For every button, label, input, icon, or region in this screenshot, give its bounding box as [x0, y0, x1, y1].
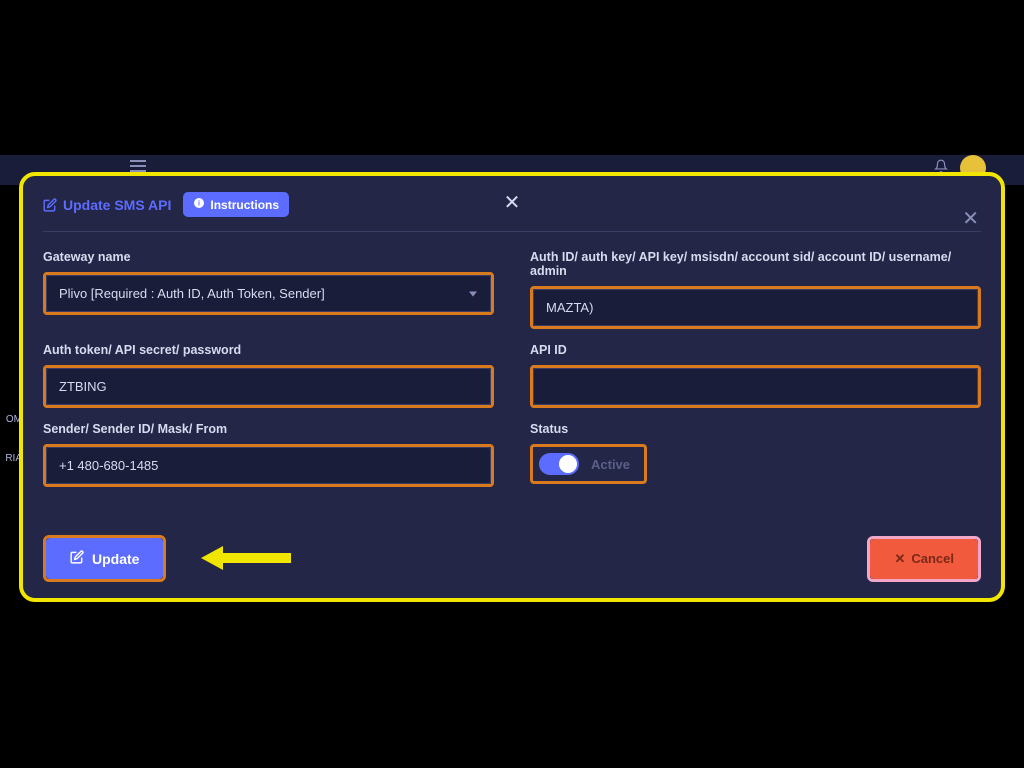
modal-actions: Update ✕ Cancel: [43, 535, 981, 582]
chevron-down-icon: [469, 291, 477, 296]
auth-id-input[interactable]: [533, 289, 978, 326]
api-id-label: API ID: [530, 343, 981, 357]
modal-header: Update SMS API i Instructions ✕ ✕: [43, 192, 981, 232]
bell-icon[interactable]: [934, 158, 948, 174]
update-sms-api-modal: Update SMS API i Instructions ✕ ✕ Gatewa…: [23, 176, 1001, 598]
gateway-select[interactable]: Plivo [Required : Auth ID, Auth Token, S…: [46, 275, 491, 312]
gateway-field: Gateway name Plivo [Required : Auth ID, …: [43, 250, 494, 329]
sender-field: Sender/ Sender ID/ Mask/ From: [43, 422, 494, 487]
toggle-knob: [559, 455, 577, 473]
svg-text:i: i: [198, 201, 200, 208]
close-icon: ✕: [894, 551, 905, 567]
gateway-label: Gateway name: [43, 250, 494, 264]
sender-input[interactable]: [46, 447, 491, 484]
cancel-button[interactable]: ✕ Cancel: [870, 539, 978, 579]
modal-close-icon[interactable]: ✕: [962, 206, 979, 231]
info-icon: i: [193, 197, 205, 212]
menu-icon[interactable]: [130, 160, 146, 172]
auth-token-label: Auth token/ API secret/ password: [43, 343, 494, 357]
sidebar-fragment: OM RIA: [0, 400, 22, 478]
api-id-field: API ID: [530, 343, 981, 408]
edit-icon: [43, 198, 57, 212]
sender-label: Sender/ Sender ID/ Mask/ From: [43, 422, 494, 436]
auth-token-field: Auth token/ API secret/ password: [43, 343, 494, 408]
instructions-button[interactable]: i Instructions: [183, 192, 289, 217]
status-toggle[interactable]: [539, 453, 579, 475]
auth-token-input[interactable]: [46, 368, 491, 405]
api-id-input[interactable]: [533, 368, 978, 405]
modal-title: Update SMS API: [43, 197, 171, 213]
status-field: Status Active: [530, 422, 981, 487]
status-state-label: Active: [591, 457, 630, 472]
close-icon[interactable]: ✕: [504, 190, 521, 215]
auth-id-field: Auth ID/ auth key/ API key/ msisdn/ acco…: [530, 250, 981, 329]
update-button[interactable]: Update: [46, 538, 163, 579]
edit-icon: [70, 550, 84, 567]
auth-id-label: Auth ID/ auth key/ API key/ msisdn/ acco…: [530, 250, 981, 278]
status-field-label: Status: [530, 422, 981, 436]
